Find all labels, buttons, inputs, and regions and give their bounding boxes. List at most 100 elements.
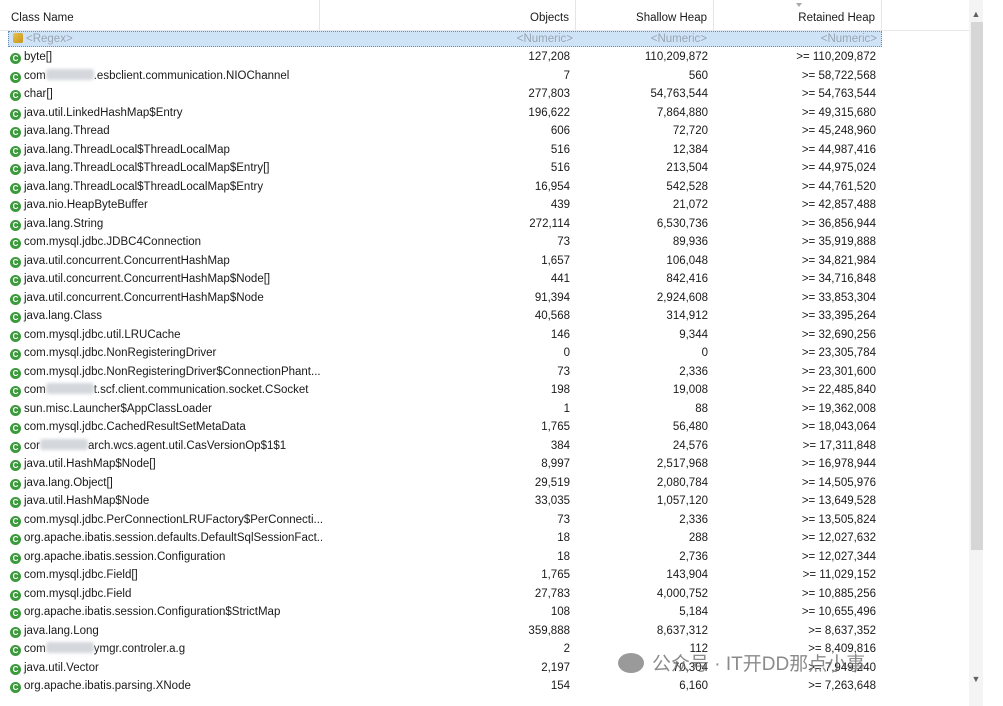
objects-cell: 18 <box>557 550 570 563</box>
class-name-cell: Cjava.lang.ThreadLocal$ThreadLocalMap <box>10 141 322 160</box>
class-icon: C <box>10 552 21 564</box>
class-icon: C <box>10 571 21 582</box>
filter-row[interactable]: <Regex> <Numeric> <Numeric> <Numeric> <box>8 31 882 47</box>
table-row[interactable]: Csun.misc.Launcher$AppClassLoader 1 88 >= 1… <box>0 400 982 419</box>
table-row[interactable]: Cjava.lang.Thread 606 72,720 >= 45,248,960 <box>0 122 982 141</box>
class-name-cell: Cjava.util.LinkedHashMap$Entry <box>10 104 322 123</box>
class-name-text: org.apache.ibatis.session.defaults.Defau… <box>24 532 322 544</box>
class-name-cell: Cjava.lang.Long <box>10 622 322 641</box>
shallow-heap-cell: 106,048 <box>666 254 708 267</box>
scroll-up-arrow-icon[interactable]: ▲ <box>970 7 982 21</box>
retained-filter-cell[interactable]: <Numeric> <box>715 32 877 46</box>
table-row[interactable]: Ccom t.scf.client.communication.socket.CS… <box>0 381 982 400</box>
table-row[interactable]: Ccom.mysql.jdbc.PerConnectionLRUFactory$… <box>0 511 982 530</box>
class-icon: C <box>10 497 21 508</box>
objects-cell: 0 <box>563 347 570 359</box>
shallow-heap-cell: 19,008 <box>672 384 708 396</box>
retained-heap-cell: >= 12,027,344 <box>801 550 876 563</box>
table-row[interactable]: Cjava.util.HashMap$Node[] 8,997 2,517,968 >… <box>0 455 982 474</box>
table-row[interactable]: Cchar[] 277,803 54,763,544 >= 54,763,544 <box>0 85 982 104</box>
retained-heap-cell: >= 110,209,872 <box>796 51 876 63</box>
column-header-class-name[interactable]: Class Name <box>0 0 320 30</box>
scroll-down-arrow-icon[interactable]: ▼ <box>970 672 982 686</box>
shallow-filter-cell[interactable]: <Numeric> <box>577 32 707 46</box>
class-name-cell: Cjava.util.concurrent.ConcurrentHashMap$… <box>10 289 322 308</box>
objects-cell: 16,954 <box>534 180 570 193</box>
table-row[interactable]: Cjava.lang.ThreadLocal$ThreadLocalMap$En… <box>0 178 982 197</box>
table-row[interactable]: Corg.apache.ibatis.session.defaults.Defa… <box>0 529 982 548</box>
table-row[interactable]: Ccom.mysql.jdbc.NonRegisteringDriver 0 0 >=… <box>0 344 982 363</box>
shallow-heap-cell: 24,576 <box>672 439 708 452</box>
scrollbar-thumb[interactable] <box>971 22 983 550</box>
class-name-text: java.util.LinkedHashMap$Entry <box>24 106 183 119</box>
table-row[interactable]: Cjava.util.HashMap$Node 33,035 1,057,120 >=… <box>0 492 982 511</box>
table-row[interactable]: Cjava.util.concurrent.ConcurrentHashMap 1… <box>0 252 982 271</box>
retained-heap-cell: >= 54,763,544 <box>801 88 876 100</box>
table-row[interactable]: Cjava.lang.Class 40,568 314,912 >= 33,395,2… <box>0 307 982 326</box>
objects-cell: 27,783 <box>534 587 570 600</box>
table-row[interactable]: Ccom.mysql.jdbc.CachedResultSetMetaData 1… <box>0 418 982 437</box>
table-row[interactable]: Ccom.mysql.jdbc.Field 27,783 4,000,752 >= 1… <box>0 585 982 604</box>
class-name-text: java.lang.Long <box>24 624 99 637</box>
class-name-cell: Ccom.mysql.jdbc.Field <box>10 585 322 604</box>
table-row[interactable]: Cbyte[] 127,208 110,209,872 >= 110,209,872 <box>0 48 982 67</box>
table-row[interactable]: Ccom .esbclient.communication.NIOChannel 7… <box>0 67 982 86</box>
table-row[interactable]: Ccom.mysql.jdbc.util.LRUCache 146 9,344 >= … <box>0 326 982 345</box>
objects-filter-cell[interactable]: <Numeric> <box>321 32 573 46</box>
table-row[interactable]: Corg.apache.ibatis.session.Configuration… <box>0 603 982 622</box>
class-icon: C <box>10 330 21 342</box>
table-row[interactable]: Cjava.lang.Object[] 29,519 2,080,784 >= 14,… <box>0 474 982 493</box>
shallow-heap-cell: 213,504 <box>666 162 708 174</box>
table-row[interactable]: Cjava.util.concurrent.ConcurrentHashMap$… <box>0 289 982 308</box>
shallow-heap-cell: 560 <box>688 69 708 82</box>
table-row[interactable]: Cjava.lang.Long 359,888 8,637,312 >= 8,637,… <box>0 622 982 641</box>
shallow-heap-cell: 542,528 <box>666 180 708 193</box>
class-name-text: java.lang.Thread <box>24 125 110 137</box>
table-row[interactable]: Cjava.util.concurrent.ConcurrentHashMap$… <box>0 270 982 289</box>
retained-heap-cell: >= 11,029,152 <box>802 569 876 581</box>
table-row[interactable]: Ccom.mysql.jdbc.Field[] 1,765 143,904 >= 11… <box>0 566 982 585</box>
class-name-text: char[] <box>24 88 53 100</box>
shallow-heap-cell: 88 <box>695 402 708 415</box>
class-icon: C <box>10 645 21 656</box>
table-row[interactable]: Cjava.lang.String 272,114 6,530,736 >= 36,8… <box>0 215 982 234</box>
redacted-blur <box>45 383 94 394</box>
retained-heap-cell: >= 44,761,520 <box>801 180 876 193</box>
shallow-heap-cell: 72,720 <box>672 125 708 137</box>
class-icon: C <box>10 201 21 212</box>
class-name-cell: Ccom .esbclient.communication.NIOChannel <box>10 67 322 86</box>
shallow-heap-cell: 9,344 <box>679 328 708 341</box>
class-name-text: org.apache.ibatis.parsing.XNode <box>24 680 191 692</box>
class-name-text: java.lang.ThreadLocal$ThreadLocalMap$Ent… <box>24 180 264 193</box>
shallow-heap-cell: 21,072 <box>672 199 708 211</box>
column-header-shallow-heap[interactable]: Shallow Heap <box>576 0 714 30</box>
column-header-objects[interactable]: Objects <box>320 0 576 30</box>
table-row[interactable]: Cjava.util.LinkedHashMap$Entry 196,622 7,8… <box>0 104 982 123</box>
table-row[interactable]: Ccor arch.wcs.agent.util.CasVersionOp$1$1… <box>0 437 982 456</box>
class-icon: C <box>10 108 21 120</box>
class-icon: C <box>10 460 21 471</box>
vertical-scrollbar[interactable]: ▲ ▼ <box>969 0 983 706</box>
objects-cell: 2 <box>563 643 570 655</box>
table-row[interactable]: Ccom.mysql.jdbc.NonRegisteringDriver$Con… <box>0 363 982 382</box>
retained-heap-cell: >= 13,505,824 <box>801 513 876 526</box>
retained-heap-cell: >= 45,248,960 <box>801 125 876 137</box>
class-name-text: byte[] <box>24 51 53 63</box>
class-name-cell: Ccom.mysql.jdbc.NonRegisteringDriver$Con… <box>10 363 322 382</box>
table-row[interactable]: Ccom.mysql.jdbc.JDBC4Connection 73 89,936 >… <box>0 233 982 252</box>
retained-heap-cell: >= 23,305,784 <box>801 347 876 359</box>
shallow-heap-cell: 2,736 <box>679 550 708 563</box>
table-row[interactable]: Corg.apache.ibatis.session.Configuration… <box>0 548 982 567</box>
class-icon: C <box>10 90 21 101</box>
regex-filter-cell[interactable]: <Regex> <box>13 32 321 46</box>
class-name-text: com.mysql.jdbc.JDBC4Connection <box>24 236 202 248</box>
table-row[interactable]: Cjava.nio.HeapByteBuffer 439 21,072 >= 42,8… <box>0 196 982 215</box>
objects-cell: 1 <box>563 402 570 415</box>
table-row[interactable]: Cjava.lang.ThreadLocal$ThreadLocalMap 516… <box>0 141 982 160</box>
objects-cell: 73 <box>557 365 570 378</box>
class-name-cell: Cjava.util.HashMap$Node <box>10 492 322 511</box>
class-icon: C <box>10 367 21 379</box>
sort-descending-icon <box>796 3 802 7</box>
table-row[interactable]: Cjava.lang.ThreadLocal$ThreadLocalMap$En… <box>0 159 982 178</box>
class-name-suffix: arch.wcs.agent.util.CasVersionOp$1$1 <box>87 439 287 452</box>
